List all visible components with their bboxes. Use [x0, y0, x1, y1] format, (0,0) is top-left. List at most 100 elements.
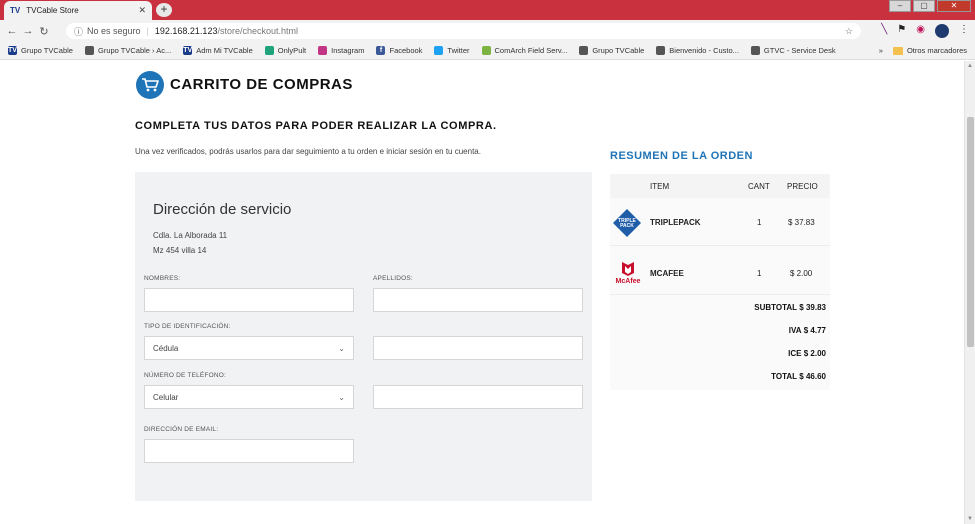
- chevron-down-icon: ⌄: [338, 392, 345, 402]
- id-number-input[interactable]: [373, 336, 583, 360]
- total-value: $ 46.60: [799, 372, 826, 381]
- folder-icon: [892, 46, 903, 55]
- info-icon[interactable]: ⓘ: [74, 25, 83, 38]
- item-header: ITEM: [650, 182, 670, 191]
- bookmark-item[interactable]: TV Grupo TVCable: [8, 46, 73, 55]
- url-host: 192.168.21.123: [154, 26, 218, 36]
- bookmark-label: ComArch Field Serv...: [494, 46, 568, 55]
- mcafee-logo-icon: McAfee: [611, 261, 645, 287]
- telefono-label: NÚMERO DE TELÉFONO:: [144, 372, 227, 379]
- reload-icon[interactable]: ↻: [36, 25, 52, 38]
- scrollbar-thumb[interactable]: [967, 117, 974, 347]
- ice-row: ICE $ 2.00: [788, 349, 826, 358]
- bookmark-item[interactable]: Instagram: [318, 46, 364, 55]
- url-bar[interactable]: ⓘ No es seguro | 192.168.21.123 /store/c…: [66, 23, 861, 39]
- maximize-button[interactable]: ▢: [913, 0, 935, 12]
- bookmark-item[interactable]: TV Adm Mi TVCable: [183, 46, 253, 55]
- service-address-form: Dirección de servicio Cdla. La Alborada …: [135, 172, 592, 501]
- tvcable-favicon-icon: TV: [10, 6, 21, 15]
- item-price: $ 37.83: [788, 218, 815, 227]
- bookmark-favicon-icon: TV: [183, 46, 193, 55]
- bookmark-favicon-icon: [579, 46, 589, 55]
- section-heading: COMPLETA TUS DATOS PARA PODER REALIZAR L…: [135, 120, 497, 132]
- bookmark-item[interactable]: Grupo TVCable: [579, 46, 644, 55]
- bookmark-favicon-icon: [264, 46, 274, 55]
- bookmark-item[interactable]: Twitter: [434, 46, 470, 55]
- triplepack-logo-icon: TRIPLE PACK: [612, 208, 642, 240]
- form-title: Dirección de servicio: [153, 201, 292, 218]
- page-scrollbar[interactable]: ▲ ▼: [964, 61, 975, 524]
- iva-value: $ 4.77: [803, 326, 826, 335]
- phone-type-select[interactable]: Celular ⌄: [144, 385, 354, 409]
- bookmark-item[interactable]: ComArch Field Serv...: [481, 46, 568, 55]
- address-toolbar: ← → ↻ ⓘ No es seguro | 192.168.21.123 /s…: [0, 20, 975, 42]
- scroll-down-icon[interactable]: ▼: [967, 516, 973, 522]
- extension-target-icon[interactable]: ◉: [916, 24, 925, 38]
- extension-slash-icon[interactable]: ╲: [881, 24, 887, 38]
- email-label: DIRECCIÓN DE EMAIL:: [144, 426, 219, 433]
- minimize-button[interactable]: –: [889, 0, 911, 12]
- bookmark-item[interactable]: f Facebook: [376, 46, 422, 55]
- menu-kebab-icon[interactable]: ⋮: [959, 24, 969, 38]
- order-summary: ITEM CANT PRECIO TRIPLE PACK TRIPLEPACK …: [610, 174, 830, 390]
- forward-icon[interactable]: →: [20, 25, 36, 37]
- url-path: /store/checkout.html: [217, 26, 298, 36]
- email-input[interactable]: [144, 439, 354, 463]
- intro-text: Una vez verificados, podrás usarlos para…: [135, 147, 481, 156]
- bookmark-item[interactable]: Grupo TVCable › Ac...: [84, 46, 172, 55]
- order-item-row: TRIPLE PACK TRIPLEPACK 1 $ 37.83: [610, 198, 830, 246]
- bookmark-favicon-icon: [750, 46, 760, 55]
- bookmark-item[interactable]: Bienvenido - Custo...: [656, 46, 739, 55]
- profile-avatar-icon[interactable]: [935, 24, 949, 38]
- tipo-id-select[interactable]: Cédula ⌄: [144, 336, 354, 360]
- url-separator: |: [146, 26, 149, 36]
- item-name: TRIPLEPACK: [650, 218, 701, 227]
- phone-type-value: Celular: [153, 392, 179, 402]
- chevron-down-icon: ⌄: [338, 343, 345, 353]
- address-line-2: Mz 454 villa 14: [153, 246, 207, 255]
- browser-tab[interactable]: TV TVCable Store ✕: [4, 1, 152, 20]
- checkout-page: CARRITO DE COMPRAS COMPLETA TUS DATOS PA…: [0, 61, 964, 524]
- bookmark-favicon-icon: [434, 46, 444, 55]
- bookmark-label: Adm Mi TVCable: [196, 46, 253, 55]
- window-controls: – ▢ ✕: [887, 0, 971, 12]
- phone-number-input[interactable]: [373, 385, 583, 409]
- other-bookmarks-link[interactable]: Otros marcadores: [907, 46, 967, 55]
- close-tab-icon[interactable]: ✕: [138, 5, 146, 16]
- order-item-row: McAfee MCAFEE 1 $ 2.00: [610, 247, 830, 295]
- bookmark-item[interactable]: GTVC - Service Desk: [750, 46, 836, 55]
- bookmark-label: Grupo TVCable: [592, 46, 645, 55]
- more-bookmarks-button[interactable]: »: [879, 46, 883, 55]
- precio-header: PRECIO: [787, 182, 818, 191]
- bookmark-label: GTVC - Service Desk: [763, 46, 836, 55]
- item-name: MCAFEE: [650, 269, 684, 278]
- bookmark-label: Instagram: [331, 46, 365, 55]
- extension-flag-icon[interactable]: ⚑: [897, 24, 906, 38]
- iva-label: IVA: [788, 326, 802, 335]
- nombres-label: NOMBRES:: [144, 275, 181, 282]
- item-qty: 1: [757, 218, 762, 227]
- cant-header: CANT: [748, 182, 770, 191]
- subtotal-value: $ 39.83: [799, 303, 826, 312]
- back-icon[interactable]: ←: [4, 25, 20, 37]
- subtotal-row: SUBTOTAL $ 39.83: [754, 303, 826, 312]
- tipo-id-label: TIPO DE IDENTIFICACIÓN:: [144, 323, 231, 330]
- nombres-input[interactable]: [144, 288, 354, 312]
- bookmark-star-icon[interactable]: ☆: [845, 26, 853, 37]
- new-tab-button[interactable]: +: [156, 3, 172, 17]
- close-window-button[interactable]: ✕: [937, 0, 971, 12]
- iva-row: IVA $ 4.77: [789, 326, 826, 335]
- ice-value: $ 2.00: [803, 349, 826, 358]
- bookmark-label: Grupo TVCable › Ac...: [97, 46, 172, 55]
- scroll-up-icon[interactable]: ▲: [967, 63, 973, 69]
- bookmark-item[interactable]: OnlyPult: [264, 46, 306, 55]
- security-status: No es seguro: [87, 26, 141, 36]
- apellidos-input[interactable]: [373, 288, 583, 312]
- bookmark-label: Facebook: [389, 46, 423, 55]
- total-row: TOTAL $ 46.60: [771, 372, 826, 381]
- svg-text:McAfee: McAfee: [616, 278, 641, 285]
- bookmark-favicon-icon: f: [376, 46, 386, 55]
- tab-title: TVCable Store: [26, 6, 79, 15]
- order-summary-title: RESUMEN DE LA ORDEN: [610, 150, 753, 162]
- bookmark-label: Twitter: [447, 46, 470, 55]
